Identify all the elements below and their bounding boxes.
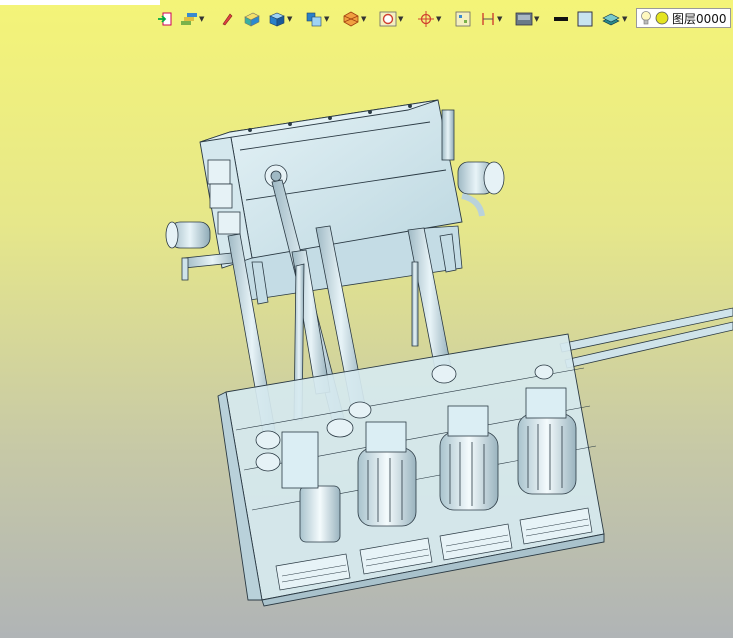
grid-select-tool[interactable]	[455, 10, 471, 28]
line-color-icon	[554, 17, 568, 21]
chevron-down-icon[interactable]: ▼	[622, 15, 627, 23]
chevron-down-icon[interactable]: ▼	[436, 15, 441, 23]
chevron-down-icon[interactable]: ▼	[324, 15, 329, 23]
dimension-icon	[482, 13, 494, 25]
dimension-tool[interactable]: ▼	[480, 10, 502, 28]
line-color-tool[interactable]	[553, 10, 569, 28]
chevron-down-icon[interactable]: ▼	[361, 15, 366, 23]
section-tool[interactable]: ▼	[342, 10, 366, 28]
pen-tool[interactable]	[220, 10, 234, 28]
zoom-fit-icon	[379, 11, 397, 27]
solid-render-tool[interactable]	[243, 10, 261, 28]
chevron-down-icon[interactable]: ▼	[398, 15, 403, 23]
chevron-down-icon[interactable]: ▼	[287, 15, 292, 23]
chevron-down-icon[interactable]: ▼	[199, 15, 204, 23]
chevron-down-icon[interactable]: ▼	[534, 15, 539, 23]
import-tool[interactable]	[157, 10, 173, 28]
cad-model[interactable]	[0, 0, 733, 638]
layer-stack-tool[interactable]: ▼	[601, 10, 627, 28]
display-mode-icon	[515, 12, 533, 26]
chevron-down-icon[interactable]: ▼	[497, 15, 502, 23]
lightbulb-icon[interactable]	[640, 10, 652, 26]
target-tool[interactable]: ▼	[417, 10, 441, 28]
assembly-tree-tool[interactable]: ▼	[180, 10, 204, 28]
layer-name: 图层0000	[672, 11, 727, 26]
zoom-fit-tool[interactable]: ▼	[379, 10, 403, 28]
layer-color-icon[interactable]	[655, 11, 669, 25]
pen-icon	[222, 13, 233, 26]
view-orientation-tool[interactable]: ▼	[305, 10, 329, 28]
fill-color-icon	[577, 11, 593, 27]
layer-stack-icon	[602, 13, 620, 26]
layer-selector[interactable]: 图层0000	[636, 8, 731, 28]
shaded-cube-icon	[269, 12, 285, 27]
grid-select-icon	[455, 11, 471, 27]
fill-color-tool[interactable]	[577, 10, 593, 28]
assembly-tree-icon	[181, 13, 197, 25]
display-mode-tool[interactable]: ▼	[515, 10, 539, 28]
3d-viewport[interactable]: ▼ ▼ ▼ ▼ ▼ ▼ ▼ ▼ ▼ 图层0000	[0, 0, 733, 638]
shaded-view-tool[interactable]: ▼	[268, 10, 292, 28]
section-hexagon-icon	[343, 11, 359, 27]
view-cube-icon	[306, 12, 322, 27]
long-rails	[559, 307, 733, 369]
import-arrow-icon	[158, 12, 172, 26]
solid-box-icon	[244, 12, 260, 27]
toolbar: ▼ ▼ ▼ ▼ ▼ ▼ ▼ ▼ ▼ 图层0000	[0, 0, 733, 38]
crosshair-icon	[418, 11, 434, 27]
